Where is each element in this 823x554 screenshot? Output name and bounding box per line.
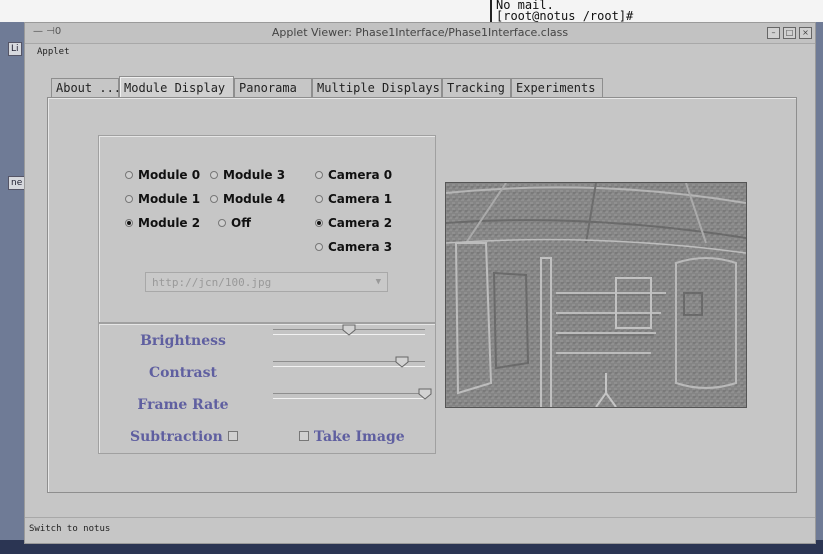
camera-image: [445, 182, 747, 408]
brightness-label: Brightness: [140, 333, 226, 349]
radio-module-0[interactable]: Module 0: [125, 167, 200, 183]
radio-label: Camera 1: [328, 192, 393, 206]
take-image-label: Take Image: [313, 429, 405, 445]
tab-tracking[interactable]: Tracking: [442, 78, 511, 98]
subtraction-checkbox[interactable]: Subtraction: [130, 429, 238, 445]
radio-dot: [315, 242, 323, 251]
radio-dot: [210, 194, 218, 203]
radio-label: Module 3: [223, 168, 286, 182]
status-bar: Switch to notus: [25, 517, 815, 540]
radio-module-3[interactable]: Module 3: [210, 167, 285, 183]
tab-panorama[interactable]: Panorama: [234, 78, 312, 98]
background-terminal: No mail. [root@notus /root]#: [0, 0, 823, 22]
title-bar[interactable]: — ⊣0 Applet Viewer: Phase1Interface/Phas…: [25, 23, 815, 44]
radio-module-4[interactable]: Module 4: [210, 191, 285, 207]
tab-multiple-displays[interactable]: Multiple Displays: [312, 78, 442, 98]
checkbox-box[interactable]: [227, 431, 238, 441]
applet-viewer-window: — ⊣0 Applet Viewer: Phase1Interface/Phas…: [24, 22, 816, 544]
frame-rate-label: Frame Rate: [137, 397, 229, 413]
radio-label: Module 0: [138, 168, 201, 182]
contrast-slider[interactable]: [273, 356, 425, 368]
minimize-icon[interactable]: –: [767, 27, 780, 39]
background-label-1: Li: [8, 42, 22, 56]
radio-label: Camera 2: [328, 216, 393, 230]
slider-thumb-icon[interactable]: [342, 324, 356, 336]
checkbox-box[interactable]: [299, 431, 309, 441]
radio-dot: [315, 170, 323, 179]
status-text: Switch to notus: [29, 524, 111, 534]
maximize-icon[interactable]: □: [783, 27, 796, 39]
background-label-2: ne: [8, 176, 26, 190]
tab-experiments[interactable]: Experiments: [511, 78, 603, 98]
radio-label: Camera 3: [328, 240, 393, 254]
window-title: Applet Viewer: Phase1Interface/Phase1Int…: [271, 26, 569, 39]
radio-label: Module 1: [138, 192, 201, 206]
slider-thumb-icon[interactable]: [418, 388, 432, 400]
tab-module-display[interactable]: Module Display: [119, 76, 234, 98]
menu-bar: Applet: [25, 44, 815, 62]
radio-camera-3[interactable]: Camera 3: [315, 239, 392, 255]
radio-camera-0[interactable]: Camera 0: [315, 167, 392, 183]
take-image-checkbox[interactable]: Take Image: [299, 429, 405, 445]
chevron-down-icon: ▼: [375, 277, 381, 287]
radio-dot: [218, 218, 226, 227]
radio-dot: [315, 218, 323, 227]
contrast-label: Contrast: [149, 365, 217, 381]
radio-dot: [125, 194, 133, 203]
close-icon[interactable]: ×: [799, 27, 812, 39]
terminal-text: No mail. [root@notus /root]#: [490, 0, 676, 22]
tab-about[interactable]: About ...: [51, 78, 121, 98]
radio-camera-1[interactable]: Camera 1: [315, 191, 392, 207]
radio-dot: [125, 170, 133, 179]
radio-module-2[interactable]: Module 2: [125, 215, 200, 231]
subtraction-label: Subtraction: [130, 429, 223, 445]
radio-label: Camera 0: [328, 168, 393, 182]
radio-label: Module 2: [138, 216, 201, 230]
radio-camera-2[interactable]: Camera 2: [315, 215, 392, 231]
radio-label: Module 4: [223, 192, 286, 206]
radio-dot: [315, 194, 323, 203]
frame-rate-slider[interactable]: [273, 388, 432, 400]
camera-feed-image: [446, 183, 746, 407]
image-url-select[interactable]: http://jcn/100.jpg ▼: [145, 272, 388, 292]
image-url-value: http://jcn/100.jpg: [152, 276, 272, 289]
menu-applet[interactable]: Applet: [37, 47, 70, 57]
radio-dot: [210, 170, 218, 179]
radio-module-off[interactable]: Off: [218, 215, 251, 231]
radio-label: Off: [231, 216, 251, 230]
slider-thumb-icon[interactable]: [395, 356, 409, 368]
radio-dot: [125, 218, 133, 227]
brightness-slider[interactable]: [273, 324, 425, 336]
radio-module-1[interactable]: Module 1: [125, 191, 200, 207]
